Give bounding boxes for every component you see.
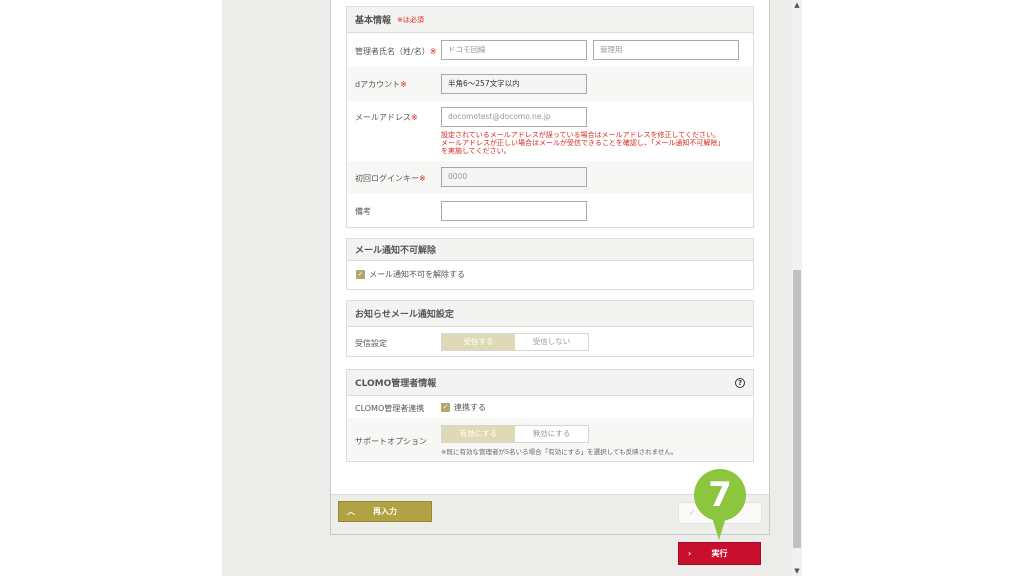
receive-off-option[interactable]: 受信しない xyxy=(515,334,588,350)
email-input[interactable]: docomotest@docomo.ne.jp xyxy=(441,107,587,127)
scrollbar-thumb[interactable] xyxy=(793,270,801,548)
remarks-label: 備考 xyxy=(355,207,371,216)
required-note: ※は必須 xyxy=(397,15,424,24)
support-option-label: サポートオプション xyxy=(355,437,427,446)
step-callout-badge: 7 xyxy=(694,469,746,521)
clomo-admin-header: CLOMO管理者情報 ? xyxy=(347,370,753,396)
mail-unblock-header: メール通知不可解除 xyxy=(347,239,753,261)
chevron-up-icon: ︿ xyxy=(347,507,355,516)
initial-login-label: 初回ログインキー※ xyxy=(355,174,426,183)
remarks-input[interactable] xyxy=(441,201,587,221)
notice-mail-title: お知らせメール通知設定 xyxy=(355,310,454,320)
d-account-row: dアカウント※ 半角6～257文字以内 xyxy=(347,67,753,101)
support-on-option[interactable]: 有効にする xyxy=(442,426,515,442)
scrollbar[interactable]: ▲ ▼ xyxy=(792,0,802,576)
initial-login-input[interactable]: 0000 xyxy=(441,167,587,187)
left-background xyxy=(0,0,222,576)
help-icon[interactable]: ? xyxy=(735,378,745,388)
support-off-option[interactable]: 無効にする xyxy=(515,426,588,442)
checkbox-checked-icon[interactable]: ✓ xyxy=(356,270,365,279)
basic-info-title: 基本情報 xyxy=(355,16,392,26)
reenter-button-label: 再入力 xyxy=(373,507,397,516)
basic-info-header: 基本情報 ※は必須 xyxy=(347,7,753,33)
receive-on-option[interactable]: 受信する xyxy=(442,334,515,350)
email-label: メールアドレス※ xyxy=(355,113,418,122)
scroll-down-arrow-icon[interactable]: ▼ xyxy=(792,566,802,576)
execute-button-label: 実行 xyxy=(711,549,728,558)
clomo-link-checkbox-label: 連携する xyxy=(454,403,486,412)
last-name-input[interactable]: ドコモ回線 xyxy=(441,40,587,60)
remarks-row: 備考 xyxy=(347,194,753,227)
clomo-link-checkbox-row[interactable]: ✓ 連携する xyxy=(441,402,486,413)
mail-unblock-section: メール通知不可解除 ✓ メール通知不可を解除する xyxy=(346,238,754,290)
mail-unblock-checkbox-row[interactable]: ✓ メール通知不可を解除する xyxy=(356,269,465,280)
name-label: 管理者氏名（姓/名）※ xyxy=(355,47,437,56)
first-name-input[interactable]: 管理用 xyxy=(593,40,739,60)
initial-login-row: 初回ログインキー※ 0000 xyxy=(347,161,753,194)
check-icon: ✓ xyxy=(689,508,696,517)
chevron-right-icon: › xyxy=(688,549,692,558)
scroll-up-arrow-icon[interactable]: ▲ xyxy=(792,0,802,10)
execute-button[interactable]: › 実行 xyxy=(678,542,761,565)
clomo-link-label: CLOMO管理者連携 xyxy=(355,404,425,413)
clomo-admin-section: CLOMO管理者情報 ? CLOMO管理者連携 ✓ 連携する サポートオプション … xyxy=(346,369,754,462)
receive-setting-label: 受信設定 xyxy=(355,339,387,348)
support-toggle[interactable]: 有効にする 無効にする xyxy=(441,425,589,443)
support-option-note: ※既に有効な管理者が5名いる場合「有効にする」を選択しても反映されません。 xyxy=(441,448,678,456)
email-error-message: 設定されているメールアドレスが誤っている場合はメールアドレスを修正してください。… xyxy=(441,131,725,155)
notice-mail-header: お知らせメール通知設定 xyxy=(347,301,753,327)
support-option-row: サポートオプション 有効にする 無効にする ※既に有効な管理者が5名いる場合「有… xyxy=(347,418,753,461)
notice-mail-section: お知らせメール通知設定 受信設定 受信する 受信しない xyxy=(346,300,754,357)
checkbox-checked-icon[interactable]: ✓ xyxy=(441,403,450,412)
reenter-button[interactable]: ︿ 再入力 xyxy=(338,501,432,522)
receive-toggle[interactable]: 受信する 受信しない xyxy=(441,333,589,351)
name-row: 管理者氏名（姓/名）※ ドコモ回線 管理用 xyxy=(347,34,753,67)
email-row: メールアドレス※ docomotest@docomo.ne.jp 設定されている… xyxy=(347,101,753,161)
mail-unblock-title: メール通知不可解除 xyxy=(355,246,437,256)
d-account-input[interactable]: 半角6～257文字以内 xyxy=(441,74,587,94)
mail-unblock-checkbox-label: メール通知不可を解除する xyxy=(369,270,465,279)
d-account-label: dアカウント※ xyxy=(355,80,407,89)
basic-info-section: 基本情報 ※は必須 管理者氏名（姓/名）※ ドコモ回線 管理用 dアカウント※ … xyxy=(346,6,754,228)
clomo-admin-title: CLOMO管理者情報 xyxy=(355,379,437,389)
